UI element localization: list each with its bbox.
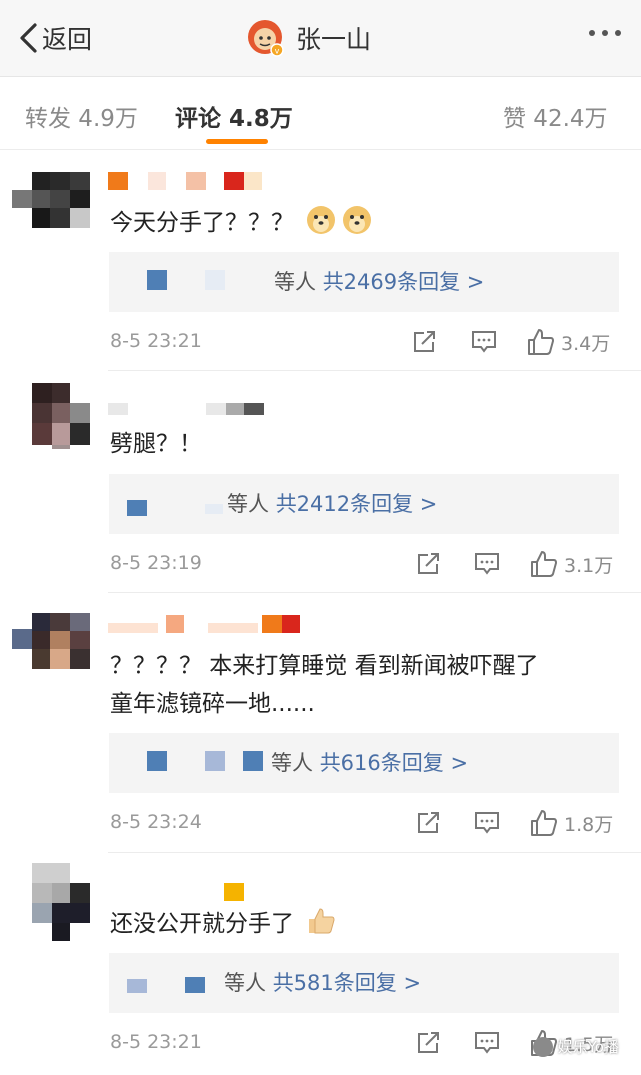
commenter-name[interactable] — [108, 883, 248, 905]
comment-time: 8-5 23:21 — [110, 1031, 202, 1053]
comment-text: 还没公开就分手了 — [110, 905, 620, 943]
wechat-icon — [532, 1036, 553, 1057]
svg-text:v: v — [275, 47, 280, 56]
commenter-name[interactable] — [108, 615, 308, 637]
comment-icon — [475, 553, 499, 575]
back-button[interactable]: 返回 — [18, 18, 92, 58]
share-icon — [414, 331, 435, 352]
commenter-name[interactable] — [108, 403, 268, 425]
doge-emoji-icon — [305, 204, 337, 236]
tab-likes[interactable]: 赞 42.4万 — [503, 99, 608, 133]
commenter-name[interactable] — [108, 172, 268, 194]
comment-button[interactable] — [474, 552, 500, 576]
chevron-left-icon — [20, 23, 37, 53]
like-count: 3.1万 — [564, 554, 614, 577]
reply-summary[interactable]: 等人 共2469条回复 > — [109, 252, 619, 312]
reply-count-link[interactable]: 共2412条回复 > — [276, 492, 438, 516]
tab-comments[interactable]: 评论 4.8万 — [175, 99, 293, 133]
thumbs-up-emoji-icon — [305, 905, 337, 937]
comment-time: 8-5 23:24 — [110, 811, 202, 833]
doge-emoji-icon — [341, 204, 373, 236]
reply-summary[interactable]: 等人 共616条回复 > — [109, 733, 619, 793]
share-button[interactable] — [412, 330, 438, 354]
like-button[interactable]: 3.1万 — [530, 550, 613, 578]
tab-repost[interactable]: 转发 4.9万 — [25, 99, 138, 133]
commenter-avatar[interactable] — [12, 613, 90, 679]
active-tab-indicator — [206, 139, 268, 144]
comment-time: 8-5 23:21 — [110, 330, 202, 352]
reply-count-link[interactable]: 共581条回复 > — [273, 971, 421, 995]
like-icon — [528, 329, 554, 355]
share-icon — [418, 553, 439, 574]
tab-bar: 转发 4.9万 评论 4.8万 赞 42.4万 — [0, 77, 641, 150]
comment-icon — [472, 331, 496, 353]
comment-button[interactable] — [471, 330, 497, 354]
share-button[interactable] — [416, 1031, 442, 1055]
reply-summary[interactable]: 等人 共581条回复 > — [109, 953, 619, 1013]
comment-text: 今天分手了？？？ — [110, 204, 620, 242]
like-icon — [531, 810, 557, 836]
comment-button[interactable] — [474, 811, 500, 835]
reply-count-link[interactable]: 共616条回复 > — [320, 751, 468, 775]
user-avatar: v — [246, 18, 286, 58]
reply-summary[interactable]: 等人 共2412条回复 > — [109, 474, 619, 534]
share-icon — [418, 1032, 439, 1053]
like-button[interactable]: 3.4万 — [527, 328, 610, 356]
commenter-avatar[interactable] — [32, 383, 90, 449]
comment-button[interactable] — [474, 1031, 500, 1055]
share-button[interactable] — [416, 552, 442, 576]
comment-time: 8-5 23:19 — [110, 552, 202, 574]
page-title: 张一山 — [296, 25, 372, 54]
comment-text: ？？？？ 本来打算睡觉 看到新闻被吓醒了 童年滤镜碎一地...... — [110, 653, 539, 717]
reply-prefix: 等人 — [274, 270, 316, 294]
comment-item: 劈腿？！ 等人 共2412条回复 > 8-5 23:19 3.1万 — [0, 371, 641, 591]
profile-title[interactable]: v 张一山 — [246, 18, 371, 58]
like-button[interactable]: 1.8万 — [530, 809, 613, 837]
commenter-avatar[interactable] — [32, 863, 90, 941]
commenter-avatar[interactable] — [12, 172, 90, 238]
more-icon[interactable] — [589, 30, 621, 36]
watermark: 娱乐Yo播 — [532, 1036, 619, 1057]
like-count: 3.4万 — [561, 332, 611, 355]
share-button[interactable] — [416, 811, 442, 835]
comment-icon — [475, 1032, 499, 1054]
reply-count-link[interactable]: 共2469条回复 > — [323, 270, 485, 294]
like-icon — [531, 551, 557, 577]
share-icon — [418, 812, 439, 833]
comment-item: 今天分手了？？？ 等人 共2469条回复 > 8-5 23:21 3.4万 — [0, 150, 641, 370]
comment-icon — [475, 812, 499, 834]
comment-item: ？？？？ 本来打算睡觉 看到新闻被吓醒了 童年滤镜碎一地...... 等人 共6… — [0, 593, 641, 851]
top-nav-bar: 返回 v 张一山 — [0, 0, 641, 77]
like-count: 1.8万 — [564, 813, 614, 836]
reply-prefix: 等人 — [227, 492, 269, 516]
back-label: 返回 — [42, 25, 93, 54]
reply-prefix: 等人 — [271, 751, 313, 775]
reply-prefix: 等人 — [224, 971, 266, 995]
comment-text: 劈腿？！ — [110, 431, 202, 457]
